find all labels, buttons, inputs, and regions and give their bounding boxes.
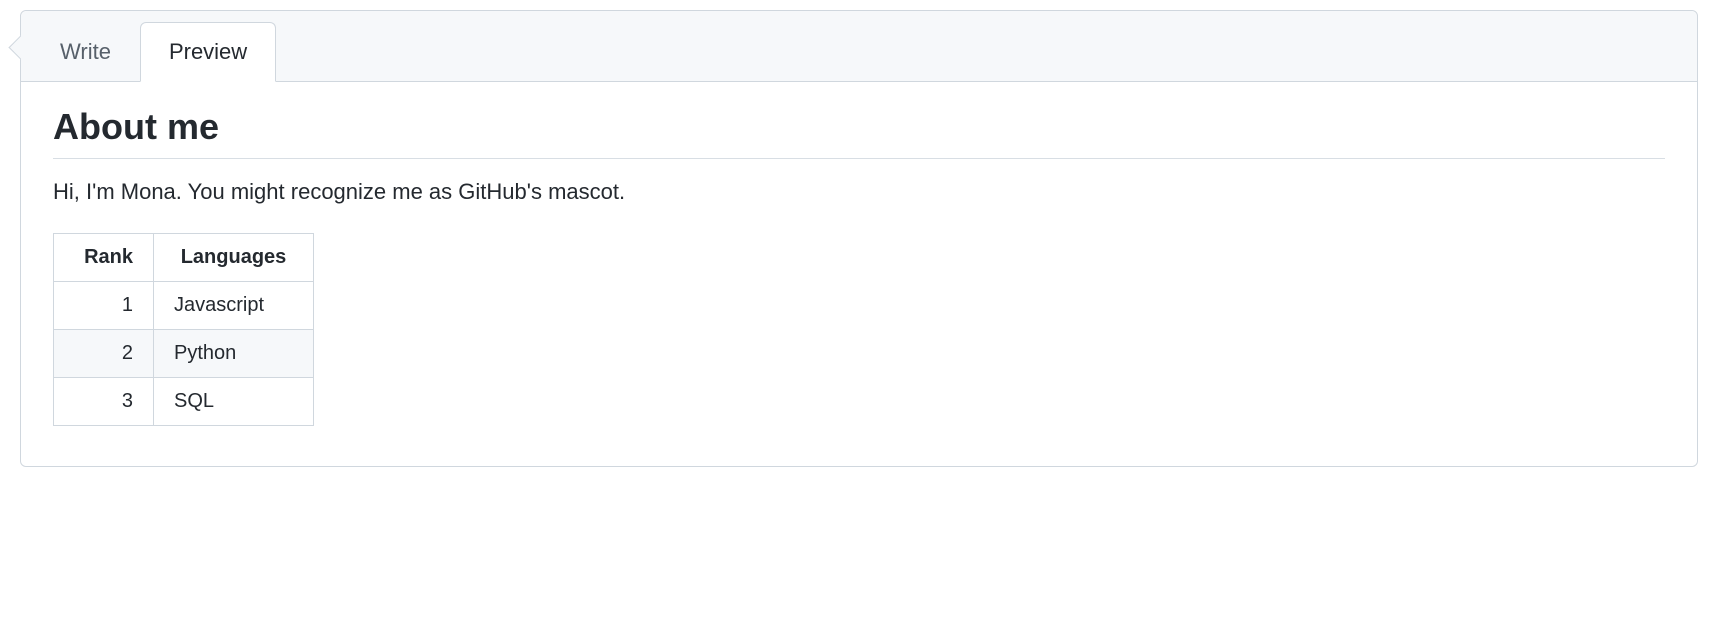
table-header-row: Rank Languages: [54, 234, 314, 282]
table-cell-language: Javascript: [154, 282, 314, 330]
tab-preview[interactable]: Preview: [140, 22, 276, 82]
table-row: 3 SQL: [54, 378, 314, 426]
tab-header: Write Preview: [21, 11, 1697, 82]
languages-table: Rank Languages 1 Javascript 2 Python 3 S…: [53, 233, 314, 426]
table-row: 1 Javascript: [54, 282, 314, 330]
preview-panel: About me Hi, I'm Mona. You might recogni…: [21, 82, 1697, 466]
comment-editor: Write Preview About me Hi, I'm Mona. You…: [20, 10, 1698, 467]
table-cell-language: Python: [154, 330, 314, 378]
table-cell-rank: 2: [54, 330, 154, 378]
intro-text: Hi, I'm Mona. You might recognize me as …: [53, 179, 1665, 205]
page-title: About me: [53, 106, 1665, 159]
tab-write[interactable]: Write: [31, 22, 140, 82]
table-cell-rank: 3: [54, 378, 154, 426]
table-header-languages: Languages: [154, 234, 314, 282]
table-header-rank: Rank: [54, 234, 154, 282]
table-cell-rank: 1: [54, 282, 154, 330]
table-row: 2 Python: [54, 330, 314, 378]
table-cell-language: SQL: [154, 378, 314, 426]
